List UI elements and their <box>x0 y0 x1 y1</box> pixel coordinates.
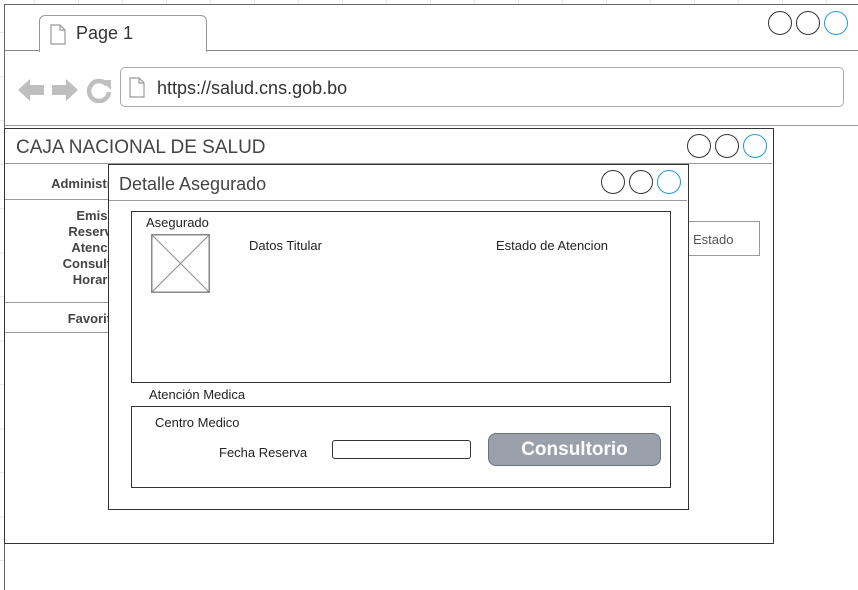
estado-atencion-label: Estado de Atencion <box>496 238 609 253</box>
close-button[interactable] <box>824 11 848 35</box>
document-icon <box>50 24 66 45</box>
dialog-header: Detalle Asegurado <box>109 165 687 201</box>
app-maximize-button[interactable] <box>715 134 739 158</box>
tab-bar: Page 1 <box>5 5 858 52</box>
app-header: CAJA NACIONAL DE SALUD <box>5 129 772 164</box>
dialog-minimize-button[interactable] <box>601 170 625 194</box>
dialog-maximize-button[interactable] <box>629 170 653 194</box>
atencion-medica-label: Atención Medica <box>149 387 246 402</box>
photo-placeholder-icon <box>151 234 210 293</box>
sidebar-item-horario[interactable]: Horario <box>5 272 119 288</box>
sidebar-favorites[interactable]: Favorito <box>5 303 125 333</box>
browser-toolbar: https://salud.cns.gob.bo <box>5 52 858 126</box>
app-title: CAJA NACIONAL DE SALUD <box>16 137 266 158</box>
minimize-button[interactable] <box>768 11 792 35</box>
maximize-button[interactable] <box>796 11 820 35</box>
asegurado-panel: Asegurado Datos Titular Estado de Atenci… <box>131 211 671 383</box>
centro-medico-label: Centro Medico <box>155 415 240 430</box>
page-icon <box>129 77 145 98</box>
sidebar-menu: Emisio Reserva Atencio Consulto Horario <box>5 200 125 303</box>
asegurado-label: Asegurado <box>146 215 209 230</box>
refresh-icon[interactable] <box>86 77 112 103</box>
tab-label: Page 1 <box>76 23 134 43</box>
sidebar-item-consultorio[interactable]: Consulto <box>5 256 119 272</box>
back-arrow-icon[interactable] <box>17 78 45 102</box>
address-bar[interactable]: https://salud.cns.gob.bo <box>120 67 844 107</box>
dialog-title: Detalle Asegurado <box>119 174 267 194</box>
dialog-close-button[interactable] <box>657 170 681 194</box>
datos-titular-label: Datos Titular <box>249 238 322 253</box>
forward-arrow-icon[interactable] <box>51 78 79 102</box>
app-minimize-button[interactable] <box>687 134 711 158</box>
app-close-button[interactable] <box>743 134 767 158</box>
url-text: https://salud.cns.gob.bo <box>157 78 348 98</box>
sidebar-item-emision[interactable]: Emisio <box>5 208 119 224</box>
detalle-asegurado-dialog: Detalle Asegurado Asegurado Datos Titula… <box>108 164 689 510</box>
sidebar-item-atencion[interactable]: Atencio <box>5 240 119 256</box>
fecha-reserva-label: Fecha Reserva <box>219 445 308 460</box>
estado-button[interactable]: Estado <box>684 221 760 256</box>
browser-tab[interactable]: Page 1 <box>39 15 207 52</box>
sidebar-admin[interactable]: Administra <box>5 164 125 200</box>
consultorio-button[interactable]: Consultorio <box>488 433 661 466</box>
sidebar-item-reserva[interactable]: Reserva <box>5 224 119 240</box>
fecha-reserva-input[interactable] <box>332 440 471 459</box>
atencion-medica-panel: Centro Medico Fecha Reserva Consultorio <box>131 406 671 488</box>
